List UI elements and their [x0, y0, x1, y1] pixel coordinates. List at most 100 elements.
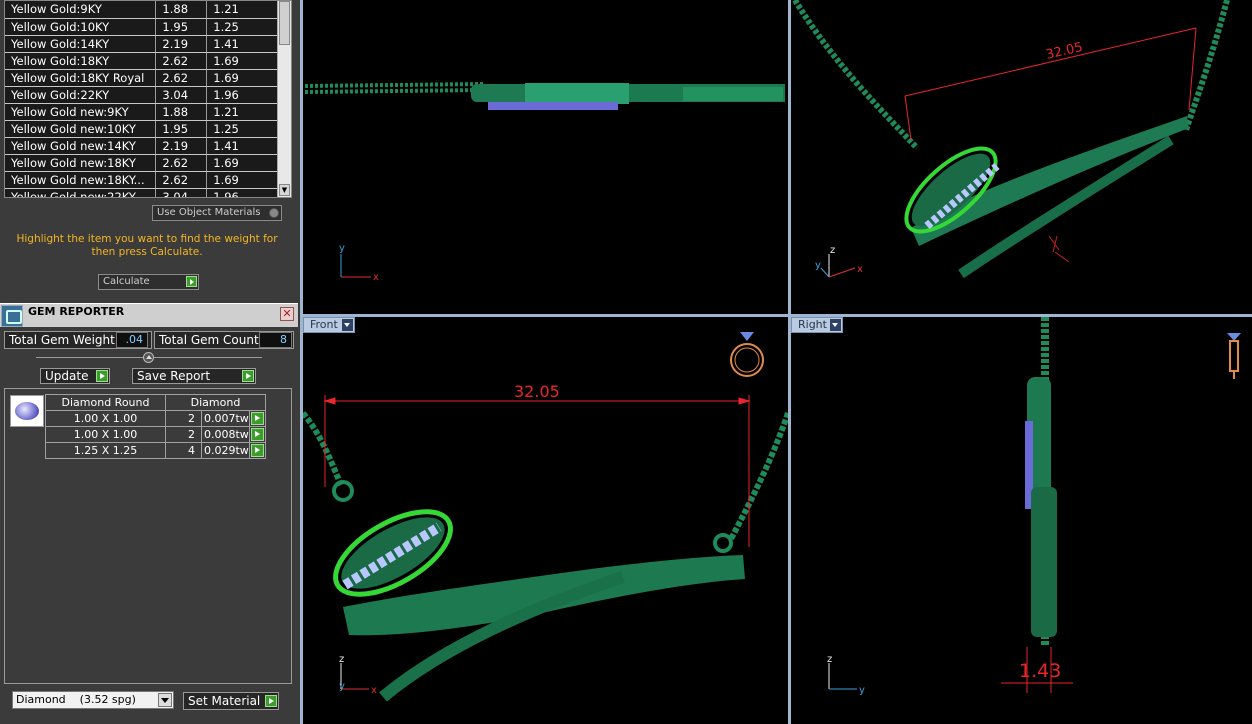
material-ratio: 1.69	[206, 69, 279, 87]
perspective-viewport[interactable]: 32.05 z x y	[791, 0, 1252, 314]
chain-right	[728, 412, 788, 541]
dimension-label: 1.43	[1019, 660, 1061, 682]
gem-row[interactable]: 1.25 X 1.25 4 0.029tw	[45, 442, 266, 459]
use-object-materials-label: Use Object Materials	[157, 207, 261, 218]
material-row[interactable]: Yellow Gold new:18KY... 2.62 1.69	[5, 171, 279, 189]
gem-row-action[interactable]	[249, 426, 266, 443]
material-row[interactable]: Yellow Gold:18KY Royal 2.62 1.69	[5, 69, 279, 87]
axis-z-label: z	[339, 654, 344, 665]
gem-reporter-title: GEM REPORTER	[28, 305, 125, 318]
material-select[interactable]: Diamond (3.52 spg)	[12, 691, 174, 709]
set-material-label: Set Material	[188, 694, 261, 708]
scroll-down-icon[interactable]: ▼	[279, 184, 290, 196]
chain-left	[792, 0, 920, 151]
material-name: Yellow Gold:18KY Royal	[5, 69, 157, 87]
materials-table[interactable]: Yellow Gold:9KY 1.88 1.21 Yellow Gold:10KY 1…	[5, 1, 279, 197]
chain-left	[303, 411, 344, 487]
front-view-label: Front	[310, 318, 338, 331]
save-report-button[interactable]: Save Report	[132, 368, 256, 384]
set-material-button[interactable]: Set Material	[183, 692, 279, 710]
axis-triad: z x y	[815, 245, 863, 278]
dimension-label: 32.05	[1045, 40, 1085, 63]
nameplate-side	[1025, 377, 1057, 637]
material-density: 1.95	[155, 120, 208, 138]
chain-left	[304, 82, 484, 94]
gem-list[interactable]: Diamond Round Diamond 1.00 X 1.00 2 0.007t…	[4, 388, 292, 684]
top-view-canvas: y x	[304, 82, 785, 283]
front-viewport[interactable]: 32.05 z x y Front	[303, 317, 788, 724]
go-arrow-icon	[265, 695, 277, 707]
gem-row-action[interactable]	[249, 410, 266, 427]
material-row[interactable]: Yellow Gold:9KY 1.88 1.21	[5, 1, 279, 19]
light-gizmo-icon	[1048, 235, 1070, 263]
material-name: Yellow Gold new:22KY	[5, 188, 157, 197]
weight-hint: Highlight the item you want to find the …	[16, 233, 278, 258]
material-density: 2.19	[155, 35, 208, 53]
right-view-menu[interactable]: Right	[791, 317, 843, 333]
gem-row[interactable]: 1.00 X 1.00 2 0.007tw	[45, 410, 266, 427]
material-row[interactable]: Yellow Gold new:9KY 1.88 1.21	[5, 103, 279, 121]
close-icon[interactable]: ✕	[280, 307, 294, 321]
update-label: Update	[45, 369, 89, 383]
material-name: Yellow Gold new:9KY	[5, 103, 157, 121]
ring-icon[interactable]	[730, 332, 764, 377]
front-view-menu[interactable]: Front	[303, 317, 355, 333]
pendant-icon[interactable]	[1227, 333, 1241, 379]
dimension-label: 32.05	[514, 382, 560, 401]
chevron-down-icon[interactable]	[342, 319, 353, 331]
material-row[interactable]: Yellow Gold new:18KY 2.62 1.69	[5, 154, 279, 172]
material-density: 2.19	[155, 137, 208, 155]
go-arrow-icon[interactable]	[251, 412, 264, 425]
front-view-canvas: 32.05 z x y	[303, 332, 788, 702]
material-ratio: 1.41	[206, 137, 279, 155]
gem-size: 1.25 X 1.25	[45, 442, 166, 459]
gem-row-action[interactable]	[249, 442, 266, 459]
go-arrow-icon[interactable]	[251, 444, 264, 457]
chevron-down-icon[interactable]	[830, 319, 841, 331]
gem-row[interactable]: 1.00 X 1.00 2 0.008tw	[45, 426, 266, 443]
scrollbar-thumb[interactable]	[279, 1, 290, 45]
material-density: 2.62	[155, 69, 208, 87]
material-row[interactable]: Yellow Gold new:14KY 2.19 1.41	[5, 137, 279, 155]
material-ratio: 1.41	[206, 35, 279, 53]
gem-weight: 0.029tw	[201, 442, 250, 459]
total-gem-weight-value: .04	[116, 332, 148, 348]
calculate-button[interactable]: Calculate	[98, 274, 199, 290]
material-row[interactable]: Yellow Gold new:22KY 3.04 1.96	[5, 188, 279, 197]
materials-scrollbar[interactable]: ▼	[277, 1, 291, 197]
material-density: 1.95	[155, 18, 208, 36]
total-gem-count-value: 8	[259, 332, 292, 348]
gem-reporter-header: GEM REPORTER ✕	[0, 303, 298, 327]
top-viewport[interactable]: y x	[303, 0, 788, 314]
gem-count: 4	[165, 442, 202, 459]
update-button[interactable]: Update	[40, 368, 110, 384]
gem-material-header: Diamond	[165, 394, 266, 411]
axis-y-label: y	[815, 260, 821, 271]
material-ratio: 1.96	[206, 188, 279, 197]
material-name: Yellow Gold:22KY	[5, 86, 157, 104]
go-arrow-icon[interactable]	[251, 428, 264, 441]
material-name: Yellow Gold:14KY	[5, 35, 157, 53]
collapse-toggle-icon[interactable]	[143, 352, 154, 363]
material-row[interactable]: Yellow Gold:22KY 3.04 1.96	[5, 86, 279, 104]
diamond-thumbnail-icon[interactable]	[10, 395, 44, 427]
material-density: 2.62	[155, 52, 208, 70]
material-name: Yellow Gold new:18KY	[5, 154, 157, 172]
material-density: 3.04	[155, 188, 208, 197]
material-ratio: 1.25	[206, 18, 279, 36]
axis-triad: z x y	[339, 654, 377, 696]
gem-shape-header: Diamond Round	[45, 394, 166, 411]
material-row[interactable]: Yellow Gold:14KY 2.19 1.41	[5, 35, 279, 53]
material-row[interactable]: Yellow Gold new:10KY 1.95 1.25	[5, 120, 279, 138]
axis-triad: y x	[339, 243, 379, 283]
material-row[interactable]: Yellow Gold:10KY 1.95 1.25	[5, 18, 279, 36]
dropdown-arrow-icon[interactable]	[158, 693, 172, 707]
materials-list[interactable]: Yellow Gold:9KY 1.88 1.21 Yellow Gold:10KY 1…	[4, 0, 292, 198]
material-ratio: 1.25	[206, 120, 279, 138]
right-view-canvas: 1.43 z y	[827, 317, 1241, 696]
axis-z-label: z	[827, 654, 832, 665]
material-row[interactable]: Yellow Gold:18KY 2.62 1.69	[5, 52, 279, 70]
use-object-materials-button[interactable]: Use Object Materials	[152, 205, 282, 221]
right-viewport[interactable]: 1.43 z y Right	[791, 317, 1252, 724]
chain-right	[1183, 0, 1230, 131]
